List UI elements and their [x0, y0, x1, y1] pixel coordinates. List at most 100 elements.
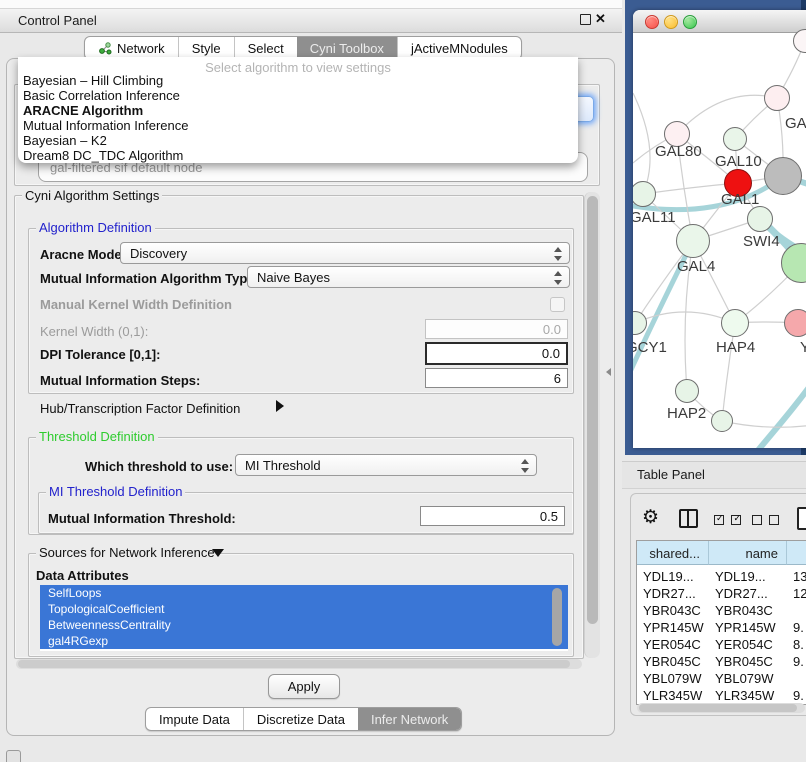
hub-expander-label[interactable]: Hub/Transcription Factor Definition: [40, 401, 240, 416]
node-label: HAP4: [716, 339, 755, 356]
network-node[interactable]: [723, 127, 747, 151]
table-hscrollbar-thumb[interactable]: [639, 704, 797, 712]
network-node[interactable]: [764, 85, 790, 111]
tab-impute-data-label: Impute Data: [159, 712, 230, 727]
network-node[interactable]: [747, 206, 773, 232]
cyni-settings-title: Cyni Algorithm Settings: [22, 189, 162, 202]
table-cell[interactable]: YBR045C: [715, 654, 773, 669]
algorithm-option[interactable]: Bayesian – K2: [18, 133, 578, 148]
table-cell[interactable]: YDR27...: [643, 586, 696, 601]
settings-hscrollbar[interactable]: [16, 659, 582, 669]
list-item[interactable]: BetweennessCentrality: [40, 617, 568, 633]
table-cell[interactable]: 13: [793, 569, 806, 584]
close-window-icon[interactable]: [645, 15, 659, 29]
tab-select[interactable]: Select: [234, 37, 297, 59]
show-columns-icon[interactable]: ✓ ✓: [714, 512, 741, 530]
algorithm-definition-title: Algorithm Definition: [36, 221, 155, 234]
network-node-pink[interactable]: [784, 309, 806, 337]
table-cell[interactable]: 8.: [793, 637, 804, 652]
table-cell[interactable]: YDL19...: [715, 569, 766, 584]
expander-expanded-icon[interactable]: [212, 549, 224, 557]
minimize-window-icon[interactable]: [664, 15, 678, 29]
table-cell[interactable]: YBR043C: [715, 603, 773, 618]
dpi-tolerance-field[interactable]: 0.0: [425, 342, 568, 365]
table-cell[interactable]: 12: [793, 586, 806, 601]
column-header[interactable]: [787, 541, 806, 565]
aracne-mode-combobox[interactable]: Discovery: [120, 242, 570, 264]
data-attributes-list[interactable]: SelfLoops TopologicalCoefficient Between…: [40, 585, 568, 651]
mi-threshold-field[interactable]: 0.5: [420, 506, 565, 526]
column-header[interactable]: name: [709, 541, 787, 565]
tab-impute-data[interactable]: Impute Data: [146, 708, 243, 730]
list-vscrollbar-thumb[interactable]: [552, 588, 562, 646]
node-label: GAL4: [677, 258, 715, 275]
columns-icon[interactable]: [679, 509, 698, 528]
tab-jactivemnodules-label: jActiveMNodules: [411, 41, 508, 56]
node-table[interactable]: shared... name YDL19... YDL19... 13 YDR2…: [636, 540, 806, 705]
tab-style-label: Style: [192, 41, 221, 56]
new-table-icon[interactable]: [797, 507, 806, 530]
list-item[interactable]: TopologicalCoefficient: [40, 601, 568, 617]
table-cell[interactable]: YDR27...: [715, 586, 768, 601]
network-node[interactable]: [675, 379, 699, 403]
settings-vscrollbar[interactable]: [584, 192, 600, 658]
table-cell[interactable]: 9.: [793, 620, 804, 635]
splitter-handle[interactable]: [606, 368, 611, 376]
network-node-gray[interactable]: [764, 157, 802, 195]
algorithm-option[interactable]: Dream8 DC_TDC Algorithm: [18, 148, 578, 163]
tab-infer-network[interactable]: Infer Network: [358, 708, 461, 730]
manual-kernel-checkbox[interactable]: [550, 297, 565, 312]
column-header[interactable]: shared...: [637, 541, 709, 565]
table-cell[interactable]: YDL19...: [643, 569, 694, 584]
settings-hscrollbar-thumb[interactable]: [18, 660, 570, 668]
table-hscrollbar[interactable]: [637, 703, 805, 713]
mi-steps-field[interactable]: 6: [425, 368, 568, 388]
which-threshold-label: Which threshold to use:: [85, 459, 233, 474]
float-panel-icon[interactable]: [580, 14, 591, 25]
table-cell[interactable]: 9.: [793, 654, 804, 669]
tab-style[interactable]: Style: [178, 37, 234, 59]
minimized-panel-icon[interactable]: [6, 750, 21, 762]
table-cell[interactable]: 9.: [793, 688, 804, 703]
algorithm-option[interactable]: Bayesian – Hill Climbing: [18, 73, 578, 88]
tab-network[interactable]: Network: [85, 37, 178, 59]
table-cell[interactable]: YBR043C: [643, 603, 701, 618]
close-panel-icon[interactable]: ✕: [595, 11, 606, 27]
gear-icon[interactable]: ⚙: [642, 506, 659, 529]
table-cell[interactable]: YPR145W: [715, 620, 776, 635]
tab-discretize-data[interactable]: Discretize Data: [243, 708, 358, 730]
table-cell[interactable]: YBR045C: [643, 654, 701, 669]
kernel-width-field[interactable]: 0.0: [425, 319, 568, 339]
zoom-window-icon[interactable]: [683, 15, 697, 29]
hide-columns-icon[interactable]: [752, 512, 779, 530]
network-node[interactable]: [676, 224, 710, 258]
network-window-titlebar[interactable]: [633, 10, 806, 33]
settings-vscrollbar-thumb[interactable]: [587, 196, 598, 624]
mi-type-combobox[interactable]: Naive Bayes: [247, 266, 570, 288]
tab-jactivemnodules[interactable]: jActiveMNodules: [397, 37, 521, 59]
list-item[interactable]: gal4RGexp: [40, 633, 568, 649]
network-window[interactable]: GAL GAL80 GAL10 GAL1 GAL11 SWI4 GAL4 GCY…: [633, 10, 806, 448]
table-cell[interactable]: YLR345W: [715, 688, 774, 703]
table-cell[interactable]: YER054C: [715, 637, 773, 652]
algorithm-option[interactable]: Basic Correlation Inference: [18, 88, 578, 103]
which-threshold-combobox[interactable]: MI Threshold: [235, 454, 537, 476]
apply-button[interactable]: Apply: [268, 674, 340, 699]
table-panel-title: Table Panel: [637, 467, 705, 482]
table-cell[interactable]: YLR345W: [643, 688, 702, 703]
table-cell[interactable]: YPR145W: [643, 620, 704, 635]
list-item[interactable]: SelfLoops: [40, 585, 568, 601]
expander-collapsed-icon[interactable]: [276, 400, 284, 412]
algorithm-option-selected[interactable]: ARACNE Algorithm: [18, 103, 578, 118]
network-node[interactable]: [711, 410, 733, 432]
table-cell[interactable]: YBL079W: [643, 671, 702, 686]
algorithm-option[interactable]: Mutual Information Inference: [18, 118, 578, 133]
network-node[interactable]: [721, 309, 749, 337]
table-cell[interactable]: YER054C: [643, 637, 701, 652]
node-label: GAL80: [655, 143, 702, 160]
node-label: HAP2: [667, 405, 706, 422]
tab-cyni-toolbox[interactable]: Cyni Toolbox: [297, 37, 397, 59]
table-cell[interactable]: YBL079W: [715, 671, 774, 686]
network-canvas[interactable]: GAL GAL80 GAL10 GAL1 GAL11 SWI4 GAL4 GCY…: [633, 33, 806, 448]
top-strip: [0, 0, 622, 9]
